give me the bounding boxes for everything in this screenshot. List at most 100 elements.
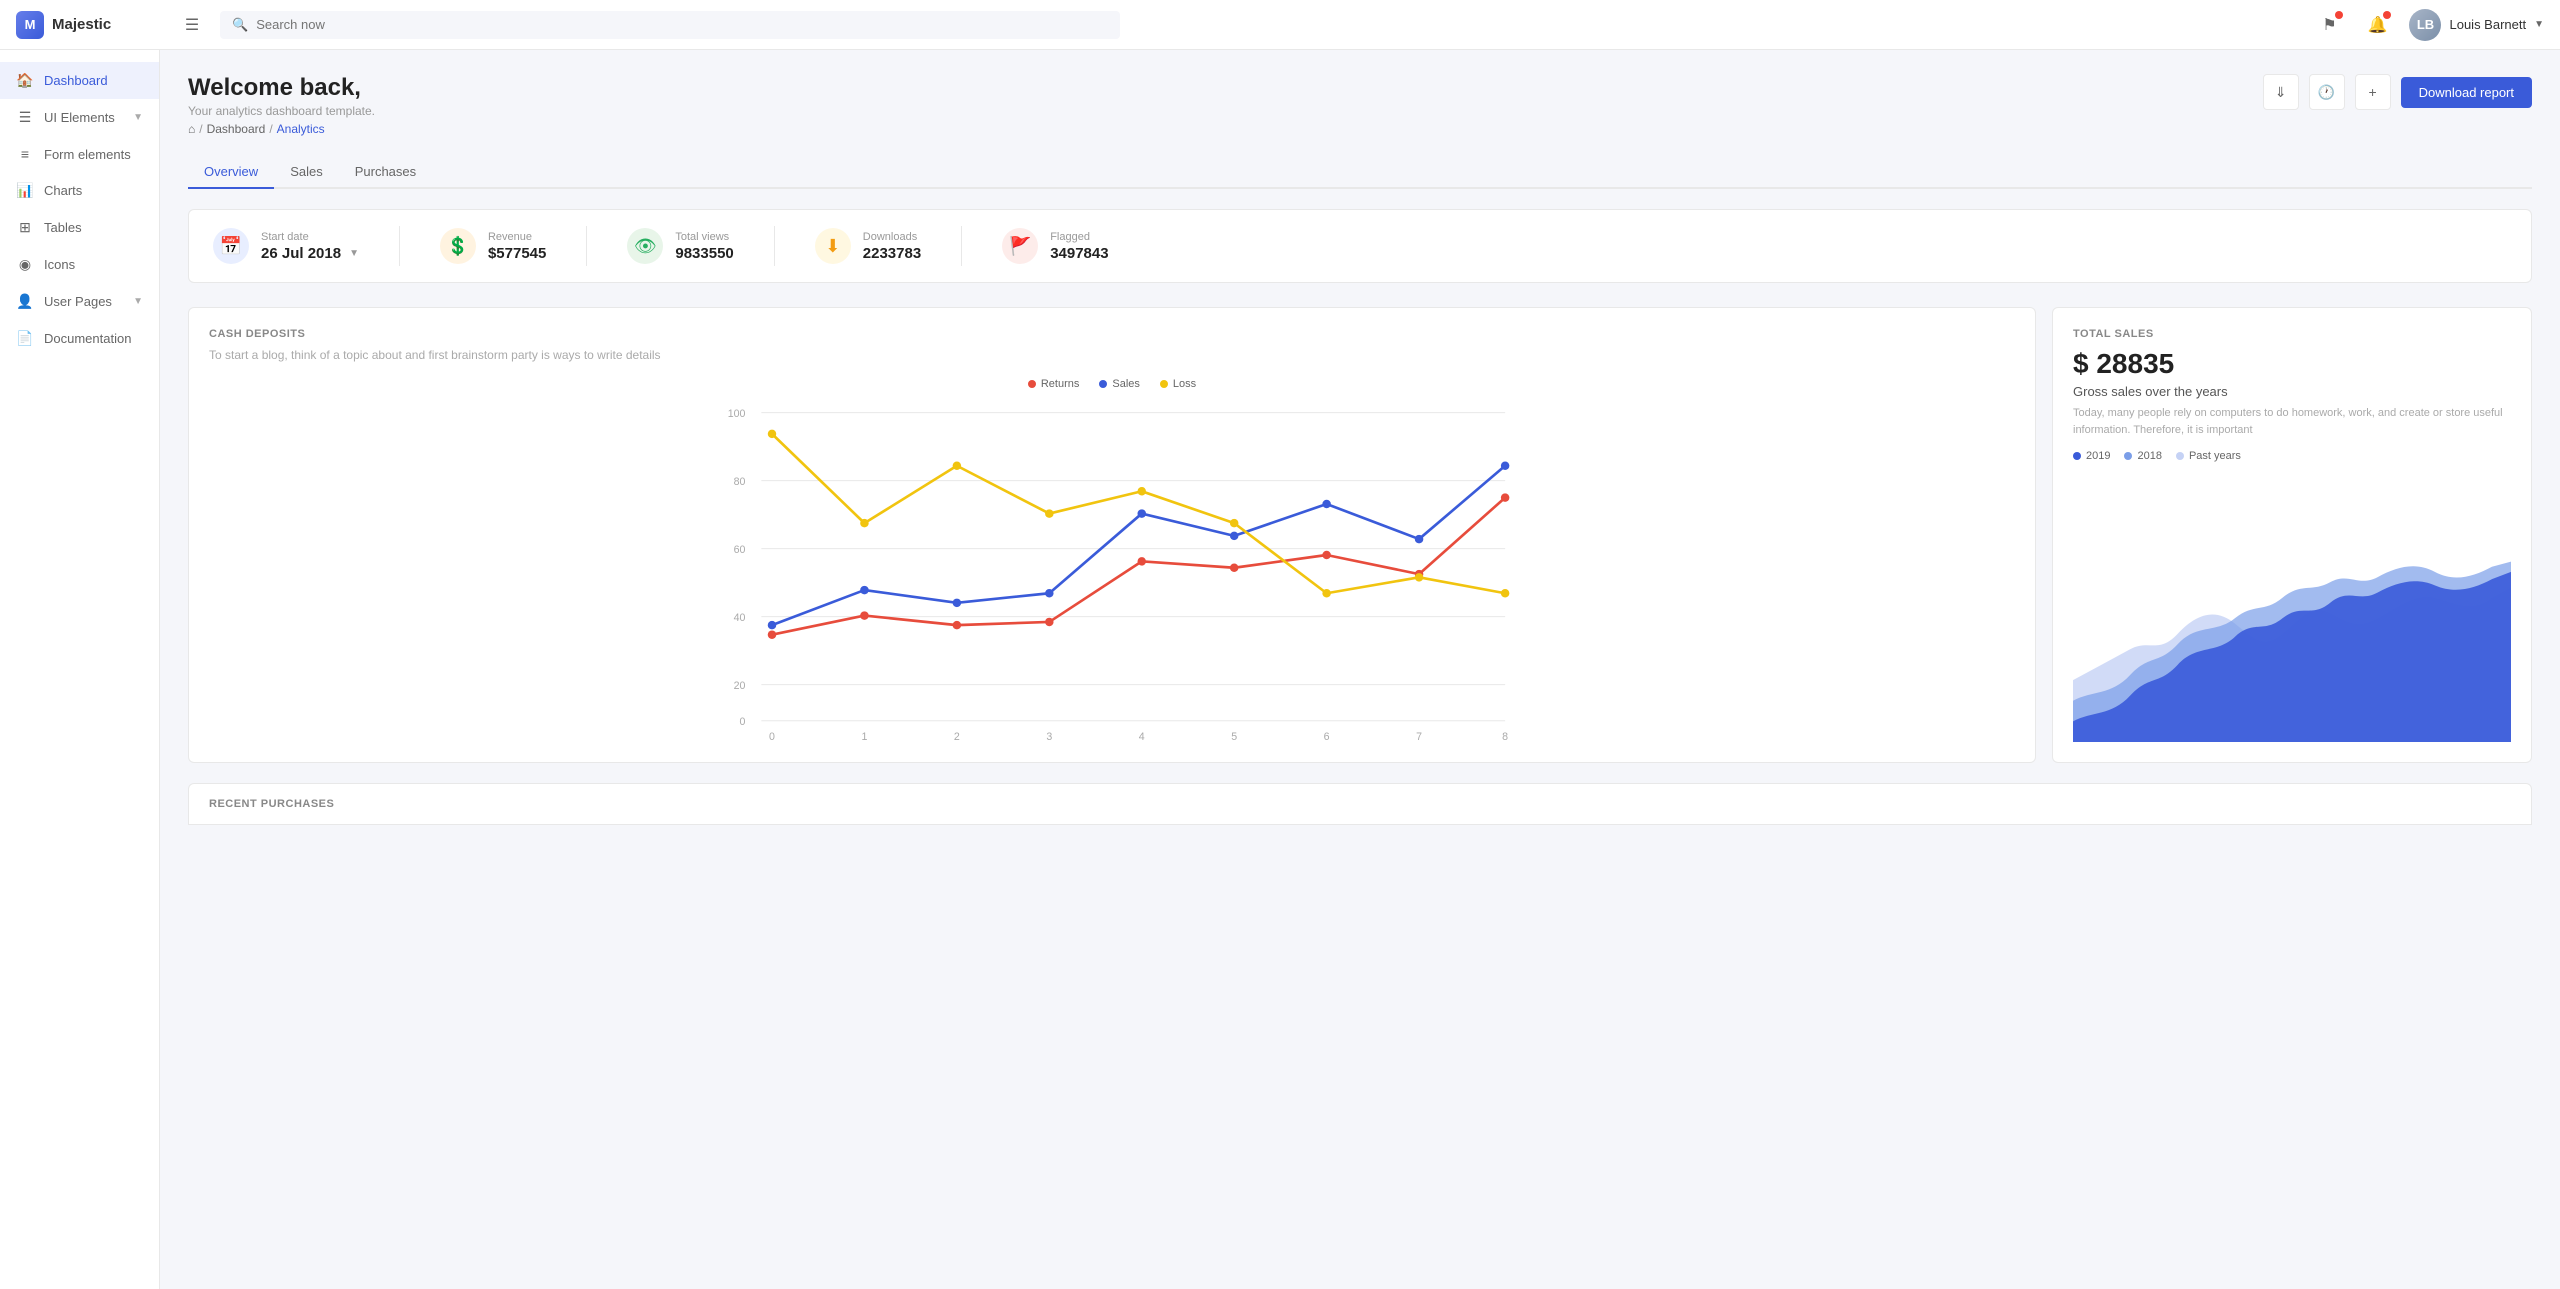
search-input[interactable]: [256, 17, 1108, 32]
breadcrumb-dashboard[interactable]: Dashboard: [207, 122, 266, 136]
revenue-label: Revenue: [488, 231, 546, 243]
stat-divider: [399, 226, 400, 266]
tab-purchases[interactable]: Purchases: [339, 156, 432, 189]
avatar: LB: [2409, 9, 2441, 41]
svg-text:100: 100: [728, 408, 746, 420]
search-bar[interactable]: 🔍: [220, 11, 1120, 39]
views-value: 9833550: [675, 245, 733, 262]
revenue-value: $577545: [488, 245, 546, 262]
legend-returns: Returns: [1028, 378, 1080, 390]
sidebar-item-dashboard[interactable]: 🏠 Dashboard: [0, 62, 159, 99]
total-sales-title: TOTAL SALES: [2073, 328, 2511, 340]
sidebar-item-label: User Pages: [44, 294, 123, 309]
legend-loss: Loss: [1160, 378, 1196, 390]
sidebar-item-charts[interactable]: 📊 Charts: [0, 172, 159, 209]
user-pages-icon: 👤: [16, 293, 34, 310]
tab-overview[interactable]: Overview: [188, 156, 274, 189]
sidebar-item-label: Form elements: [44, 147, 143, 162]
total-sales-card: TOTAL SALES $ 28835 Gross sales over the…: [2052, 307, 2532, 763]
download-icon-button[interactable]: ⇓: [2263, 74, 2299, 110]
dot-2019: [2073, 452, 2081, 460]
stats-row: 📅 Start date 26 Jul 2018 ▼ 💲 Revenue $57…: [188, 209, 2532, 283]
charts-section: CASH DEPOSITS To start a blog, think of …: [188, 307, 2532, 763]
downloads-label: Downloads: [863, 231, 921, 243]
header-actions: ⇓ 🕐 + Download report: [2263, 74, 2532, 110]
charts-icon: 📊: [16, 182, 34, 199]
user-area[interactable]: LB Louis Barnett ▼: [2409, 9, 2544, 41]
sidebar-item-tables[interactable]: ⊞ Tables: [0, 209, 159, 246]
legend-past-years-label: Past years: [2189, 450, 2241, 462]
legend-2018: 2018: [2124, 450, 2161, 462]
calendar-icon: 📅: [213, 228, 249, 264]
stat-flagged: 🚩 Flagged 3497843: [1002, 228, 1108, 264]
stat-downloads: ⬇ Downloads 2233783: [815, 228, 921, 264]
sidebar: 🏠 Dashboard ☰ UI Elements ▼ ≡ Form eleme…: [0, 50, 160, 1289]
area-chart-svg: [2073, 474, 2511, 742]
sidebar-item-label: Tables: [44, 220, 143, 235]
cash-deposits-title: CASH DEPOSITS: [209, 328, 2015, 340]
download-report-button[interactable]: Download report: [2401, 77, 2532, 108]
sidebar-item-ui-elements[interactable]: ☰ UI Elements ▼: [0, 99, 159, 136]
svg-text:1: 1: [861, 731, 867, 742]
line-chart-area: 100 80 60 40 20 0 0 1 2 3 4 5 6: [209, 402, 2015, 742]
svg-text:2: 2: [954, 731, 960, 742]
logo-text: Majestic: [52, 16, 111, 33]
sales-legend: 2019 2018 Past years: [2073, 450, 2511, 462]
sidebar-item-label: Charts: [44, 183, 143, 198]
messages-badge: [2335, 11, 2343, 19]
tab-sales[interactable]: Sales: [274, 156, 339, 189]
main-content: Welcome back, Your analytics dashboard t…: [160, 50, 2560, 1289]
sidebar-item-form-elements[interactable]: ≡ Form elements: [0, 136, 159, 172]
download-icon: ⇓: [2275, 84, 2287, 101]
svg-text:3: 3: [1046, 731, 1052, 742]
revenue-icon: 💲: [440, 228, 476, 264]
svg-text:80: 80: [734, 476, 746, 488]
svg-text:7: 7: [1416, 731, 1422, 742]
page-title: Welcome back,: [188, 74, 375, 102]
chevron-down-icon: ▼: [349, 248, 359, 259]
logo-icon: M: [16, 11, 44, 39]
line-chart-svg: 100 80 60 40 20 0 0 1 2 3 4 5 6: [209, 402, 2015, 742]
page-subtitle: Your analytics dashboard template.: [188, 104, 375, 118]
messages-button[interactable]: ⚑: [2313, 9, 2345, 41]
flagged-value: 3497843: [1050, 245, 1108, 262]
legend-sales-label: Sales: [1112, 378, 1140, 390]
home-icon: 🏠: [16, 72, 34, 89]
start-date-value[interactable]: 26 Jul 2018 ▼: [261, 245, 359, 262]
svg-text:20: 20: [734, 680, 746, 692]
stat-start-date: 📅 Start date 26 Jul 2018 ▼: [213, 228, 359, 264]
legend-2019: 2019: [2073, 450, 2110, 462]
legend-past-years: Past years: [2176, 450, 2241, 462]
clock-icon-button[interactable]: 🕐: [2309, 74, 2345, 110]
chevron-right-icon: ▼: [133, 296, 143, 307]
hamburger-button[interactable]: ☰: [176, 9, 208, 41]
cash-deposits-card: CASH DEPOSITS To start a blog, think of …: [188, 307, 2036, 763]
dot-2018: [2124, 452, 2132, 460]
total-sales-description: Today, many people rely on computers to …: [2073, 405, 2511, 438]
sidebar-item-label: Icons: [44, 257, 143, 272]
notifications-button[interactable]: 🔔: [2361, 9, 2393, 41]
legend-returns-label: Returns: [1041, 378, 1080, 390]
dot-past-years: [2176, 452, 2184, 460]
add-icon-button[interactable]: +: [2355, 74, 2391, 110]
sidebar-item-icons[interactable]: ◉ Icons: [0, 246, 159, 283]
sidebar-item-documentation[interactable]: 📄 Documentation: [0, 320, 159, 357]
svg-text:0: 0: [740, 716, 746, 728]
flagged-label: Flagged: [1050, 231, 1108, 243]
breadcrumb-separator: /: [269, 122, 272, 136]
stat-divider: [961, 226, 962, 266]
stat-divider: [586, 226, 587, 266]
legend-2018-label: 2018: [2137, 450, 2161, 462]
flagged-icon: 🚩: [1002, 228, 1038, 264]
stat-divider: [774, 226, 775, 266]
topnav-right: ⚑ 🔔 LB Louis Barnett ▼: [2313, 9, 2544, 41]
total-sales-value: $ 28835: [2073, 348, 2511, 380]
svg-text:6: 6: [1324, 731, 1330, 742]
legend-sales: Sales: [1099, 378, 1140, 390]
breadcrumb: ⌂ / Dashboard / Analytics: [188, 122, 375, 136]
clock-icon: 🕐: [2318, 84, 2335, 101]
logo-letters: M: [25, 17, 36, 32]
chevron-right-icon: ▼: [133, 112, 143, 123]
svg-text:5: 5: [1231, 731, 1237, 742]
sidebar-item-user-pages[interactable]: 👤 User Pages ▼: [0, 283, 159, 320]
